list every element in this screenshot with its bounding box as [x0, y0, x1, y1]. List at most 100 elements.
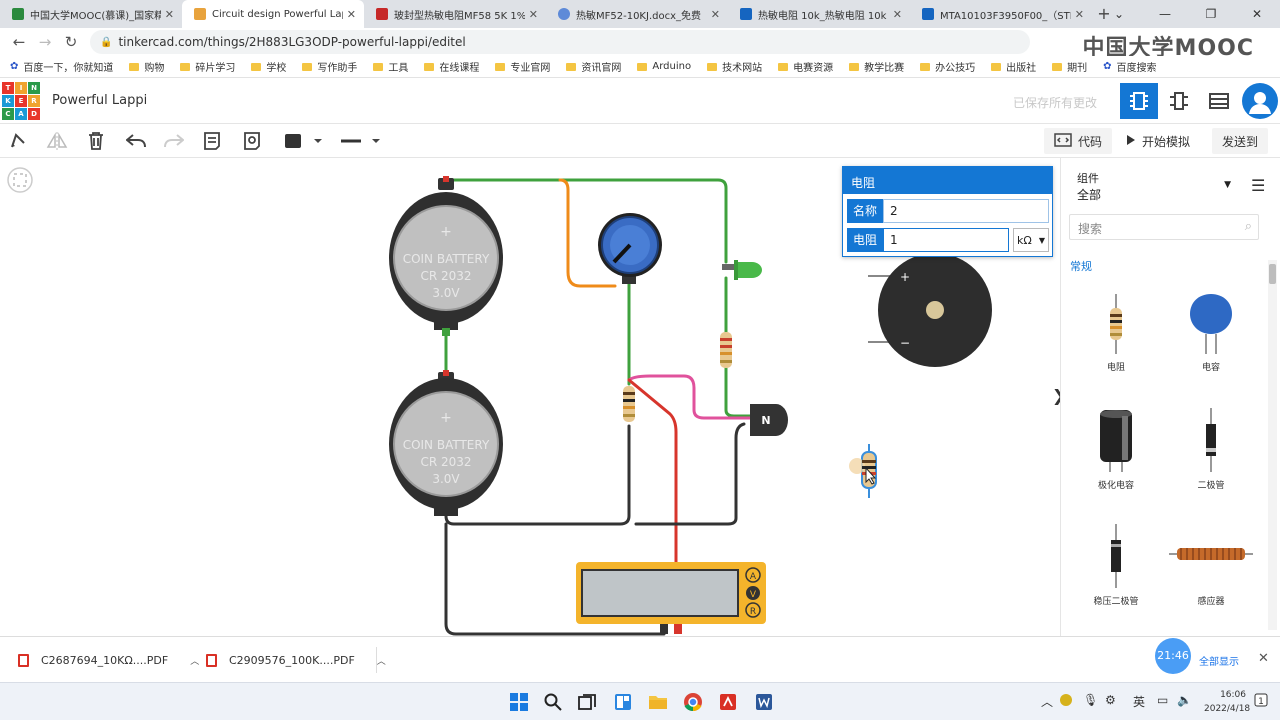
- acrobat-icon[interactable]: [716, 690, 740, 714]
- browser-tab-6[interactable]: MTA10103F3950F00_（STE ✕: [910, 0, 1092, 28]
- npn-transistor[interactable]: N: [750, 404, 788, 436]
- show-hidden-icons-icon[interactable]: ︿: [1041, 693, 1053, 710]
- resistance-unit-select[interactable]: kΩ ▼: [1013, 228, 1049, 252]
- multimeter[interactable]: A V R: [576, 562, 766, 634]
- ammeter-mode[interactable]: A: [750, 572, 757, 582]
- black-wire[interactable]: [634, 422, 746, 526]
- browser-tab-1[interactable]: 中国大学MOOC(慕课)_国家精品课程 ✕: [0, 0, 182, 28]
- url-field[interactable]: 🔒 tinkercad.com/things/2H883LG3ODP-power…: [90, 30, 1030, 54]
- back-arrow-icon[interactable]: ←: [6, 33, 32, 51]
- component-resistor[interactable]: 电阻: [1071, 294, 1161, 373]
- name-input[interactable]: 2: [883, 199, 1049, 223]
- file-explorer-icon[interactable]: [646, 690, 670, 714]
- close-tab-icon[interactable]: ✕: [1075, 8, 1084, 21]
- panel-scrollbar[interactable]: [1268, 260, 1277, 630]
- component-search-input[interactable]: 搜索 ⌕: [1069, 214, 1259, 240]
- resistor-right[interactable]: [720, 332, 732, 368]
- wire-color-dropdown[interactable]: [280, 129, 326, 153]
- fit-view-icon[interactable]: [7, 167, 33, 193]
- lock-icon[interactable]: 🔒: [100, 37, 112, 48]
- undo-icon[interactable]: [124, 129, 148, 153]
- microphone-icon[interactable]: 🎙: [1083, 693, 1098, 707]
- component-polarized-capacitor[interactable]: 极化电容: [1071, 408, 1161, 491]
- browser-tab-4[interactable]: 热敏MF52-10KJ.docx_免费 ✕: [546, 0, 728, 28]
- redo-icon[interactable]: [162, 129, 186, 153]
- task-view-icon[interactable]: [575, 690, 599, 714]
- send-to-button[interactable]: 发送到: [1212, 128, 1269, 154]
- start-simulation-button[interactable]: 开始模拟: [1116, 128, 1200, 154]
- note-visibility-icon[interactable]: [240, 129, 264, 153]
- circuit-canvas[interactable]: + COIN BATTERY CR 2032 3.0V + COIN BATTE…: [0, 158, 1060, 636]
- resistance-input[interactable]: 1: [883, 228, 1009, 252]
- settings-icon[interactable]: ⚙: [1105, 693, 1116, 707]
- schematic-view-icon[interactable]: [1160, 83, 1198, 119]
- bookmark-item[interactable]: 专业官网: [495, 59, 550, 74]
- system-clock[interactable]: 16:06 2022/4/18: [1204, 688, 1250, 716]
- bookmark-item[interactable]: Arduino: [637, 61, 691, 72]
- wire-type-dropdown[interactable]: [336, 129, 382, 153]
- collapse-panel-icon[interactable]: ❯: [1052, 386, 1060, 405]
- tab-search-icon[interactable]: ⌄: [1096, 0, 1142, 28]
- browser-tab-5[interactable]: 热敏电阻 10k_热敏电阻 10k ✕: [728, 0, 910, 28]
- trash-icon[interactable]: [84, 129, 108, 153]
- bookmark-item[interactable]: 资讯官网: [566, 59, 621, 74]
- flip-icon[interactable]: [44, 129, 70, 153]
- bookmark-item[interactable]: 期刊: [1052, 59, 1087, 74]
- code-button[interactable]: 代码: [1044, 128, 1113, 154]
- forward-arrow-icon[interactable]: →: [32, 33, 58, 51]
- chrome-icon[interactable]: [681, 690, 705, 714]
- wechat-tray-icon[interactable]: [1059, 693, 1073, 710]
- download-item[interactable]: C2687694_10KΩ....PDF ︿: [18, 637, 199, 683]
- bookmark-item[interactable]: 电赛资源: [778, 59, 833, 74]
- project-title[interactable]: Powerful Lappi: [52, 93, 147, 108]
- voltmeter-mode[interactable]: V: [750, 590, 757, 600]
- user-avatar[interactable]: [1242, 83, 1278, 119]
- ime-indicator[interactable]: 英: [1133, 693, 1145, 710]
- coin-battery-2[interactable]: + COIN BATTERY CR 2032 3.0V: [389, 370, 503, 516]
- search-icon[interactable]: [541, 690, 565, 714]
- green-wire[interactable]: [724, 366, 752, 418]
- bookmark-item[interactable]: ✿ 百度一下，你就知道: [10, 59, 113, 74]
- bookmark-item[interactable]: 办公技巧: [920, 59, 975, 74]
- close-tab-icon[interactable]: ✕: [893, 8, 902, 21]
- bookmark-item[interactable]: 购物: [129, 59, 164, 74]
- bookmark-item[interactable]: 技术网站: [707, 59, 762, 74]
- maximize-button[interactable]: ❐: [1188, 0, 1234, 28]
- bookmark-item[interactable]: 学校: [251, 59, 286, 74]
- potentiometer[interactable]: [598, 213, 662, 284]
- bookmark-item[interactable]: 出版社: [991, 59, 1036, 74]
- close-tab-icon[interactable]: ✕: [711, 8, 720, 21]
- bookmark-item[interactable]: ✿ 百度搜索: [1103, 59, 1156, 74]
- widgets-icon[interactable]: [611, 690, 635, 714]
- browser-tab-2[interactable]: Circuit design Powerful Lappi ✕: [182, 0, 364, 28]
- ohmmeter-mode[interactable]: R: [750, 607, 756, 617]
- component-inductor[interactable]: 感应器: [1166, 524, 1256, 607]
- bookmark-item[interactable]: 工具: [373, 59, 408, 74]
- bookmark-item[interactable]: 写作助手: [302, 59, 357, 74]
- component-diode[interactable]: 二极管: [1166, 408, 1256, 491]
- bookmark-item[interactable]: 教学比赛: [849, 59, 904, 74]
- browser-tab-3[interactable]: 玻封型热敏电阻MF58 5K 1% ✕: [364, 0, 546, 28]
- green-led[interactable]: [722, 260, 762, 280]
- word-icon[interactable]: [752, 690, 776, 714]
- notes-icon[interactable]: [200, 129, 224, 153]
- show-all-downloads-link[interactable]: 全部显示: [1199, 653, 1239, 668]
- coin-battery-1[interactable]: + COIN BATTERY CR 2032 3.0V: [389, 176, 503, 336]
- close-tab-icon[interactable]: ✕: [529, 8, 538, 21]
- scrollbar-thumb[interactable]: [1269, 264, 1276, 284]
- close-downloads-icon[interactable]: ✕: [1258, 651, 1269, 666]
- minimize-button[interactable]: —: [1142, 0, 1188, 28]
- piezo-buzzer[interactable]: + −: [868, 253, 992, 367]
- rotate-icon[interactable]: [6, 129, 30, 153]
- network-icon[interactable]: ▭: [1157, 693, 1168, 707]
- close-tab-icon[interactable]: ✕: [347, 8, 356, 21]
- chevron-up-icon[interactable]: ︿: [377, 654, 386, 667]
- reload-icon[interactable]: ↻: [58, 33, 84, 51]
- volume-icon[interactable]: 🔈: [1177, 693, 1192, 707]
- selected-resistor[interactable]: [849, 444, 877, 498]
- windows-start-icon[interactable]: [507, 690, 531, 714]
- close-window-button[interactable]: ✕: [1234, 0, 1280, 28]
- component-list-icon[interactable]: [1200, 83, 1238, 119]
- red-wire[interactable]: [627, 378, 678, 568]
- component-category-dropdown[interactable]: 组件 全部 ▼: [1069, 164, 1237, 208]
